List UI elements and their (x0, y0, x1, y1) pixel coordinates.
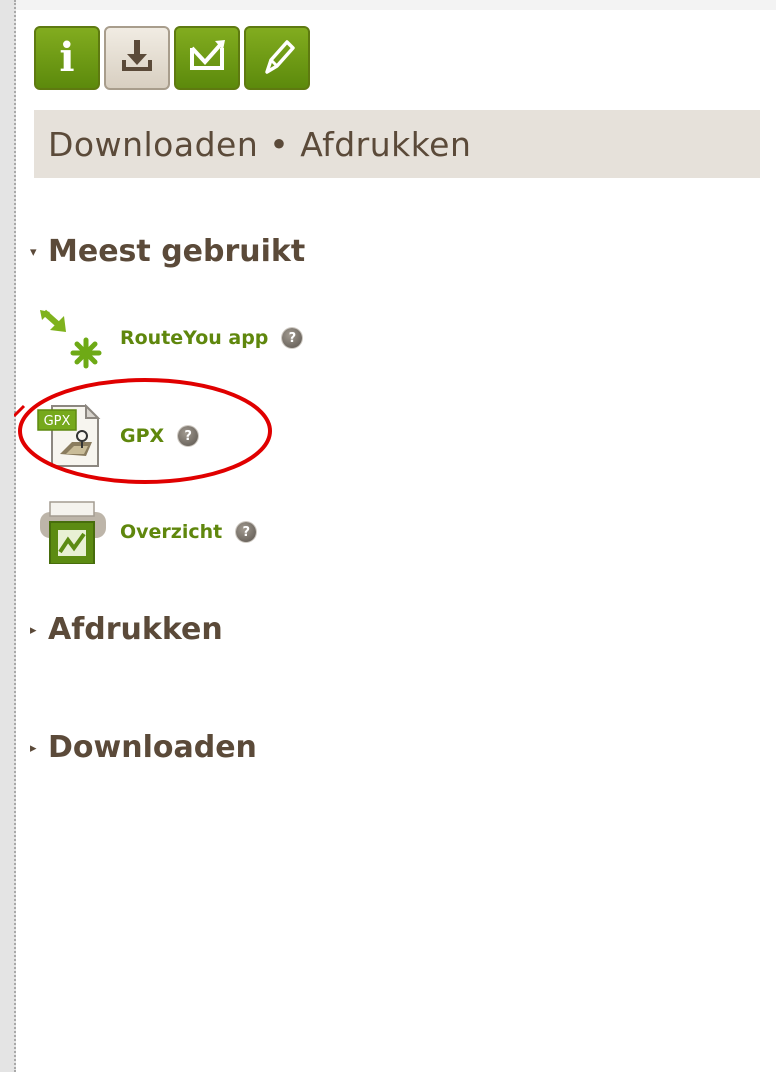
edit-button[interactable] (244, 26, 310, 90)
printer-icon[interactable] (36, 500, 118, 564)
section-most-used-toggle[interactable]: ▾ Meest gebruikt (30, 234, 305, 269)
left-margin-strip (0, 0, 16, 1072)
section-most-used-label: Meest gebruikt (48, 234, 306, 269)
chevron-down-icon: ▾ (30, 245, 37, 260)
help-icon[interactable]: ? (178, 426, 199, 446)
share-button[interactable] (174, 26, 240, 90)
routeyou-app-link[interactable]: RouteYou app (120, 327, 268, 349)
download-button[interactable] (104, 26, 170, 90)
overzicht-link[interactable]: Overzicht (120, 521, 222, 543)
list-item-overzicht: Overzicht ? (36, 500, 257, 564)
download-icon (117, 36, 157, 80)
gpx-file-icon[interactable]: GPX (36, 404, 118, 468)
chevron-right-icon: ▸ (30, 741, 37, 756)
help-icon[interactable]: ? (282, 328, 303, 348)
section-downloaden-label: Downloaden (48, 730, 257, 765)
share-icon (185, 36, 229, 80)
svg-text:GPX: GPX (44, 414, 71, 429)
list-item-gpx: GPX GPX ? (36, 404, 199, 468)
pencil-icon (257, 36, 297, 80)
help-icon[interactable]: ? (236, 522, 257, 542)
info-button[interactable]: i (34, 26, 100, 90)
section-afdrukken-label: Afdrukken (48, 612, 223, 647)
page-title: Downloaden • Afdrukken (48, 124, 472, 164)
section-afdrukken-toggle[interactable]: ▸ Afdrukken (30, 612, 223, 647)
toolbar: i (34, 26, 310, 90)
info-icon: i (59, 34, 75, 81)
section-downloaden-toggle[interactable]: ▸ Downloaden (30, 730, 257, 765)
chevron-right-icon: ▸ (30, 623, 37, 638)
routeyou-app-icon[interactable] (36, 306, 118, 370)
gpx-link[interactable]: GPX (120, 425, 164, 447)
title-bar: Downloaden • Afdrukken (34, 110, 760, 178)
list-item-routeyou-app: RouteYou app ? (36, 306, 303, 370)
